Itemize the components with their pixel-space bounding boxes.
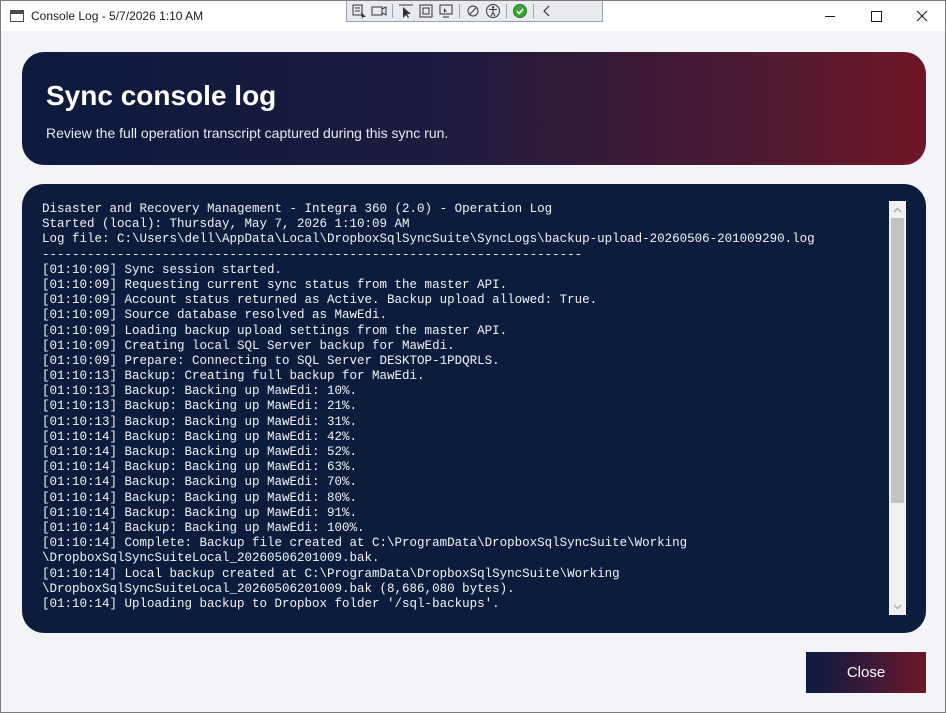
log-line: [01:10:14] Backup: Backing up MawEdi: 63… xyxy=(42,460,358,475)
log-line: ----------------------------------------… xyxy=(42,247,583,262)
track-focus-icon[interactable] xyxy=(417,3,435,19)
select-element-icon[interactable] xyxy=(350,3,368,19)
close-button[interactable]: Close xyxy=(806,652,926,693)
binding-failures-icon[interactable] xyxy=(464,3,482,19)
chevron-down-icon xyxy=(893,604,902,609)
accessibility-icon[interactable] xyxy=(484,3,502,19)
maximize-icon xyxy=(870,10,882,22)
log-line: [01:10:14] Local backup created at C:\Pr… xyxy=(42,566,620,581)
log-line: [01:10:09] Source database resolved as M… xyxy=(42,308,388,323)
window-title: Console Log - 5/7/2026 1:10 AM xyxy=(31,9,204,23)
minimize-icon xyxy=(825,15,835,17)
toolbar-separator xyxy=(392,4,393,18)
log-line: [01:10:14] Complete: Backup file created… xyxy=(42,536,688,551)
log-line: [01:10:13] Backup: Creating full backup … xyxy=(42,369,425,384)
log-line: [01:10:09] Sync session started. xyxy=(42,262,283,277)
header-banner: Sync console log Review the full operati… xyxy=(22,52,926,165)
minimize-button[interactable] xyxy=(807,1,853,31)
pointer-icon[interactable] xyxy=(397,3,415,19)
log-line: [01:10:09] Requesting current sync statu… xyxy=(42,277,508,292)
debug-toolbar xyxy=(346,1,603,22)
title-bar[interactable]: Console Log - 5/7/2026 1:10 AM xyxy=(1,1,945,31)
log-line: \DropboxSqlSyncSuiteLocal_20260506201009… xyxy=(42,551,380,566)
live-visual-tree-icon[interactable] xyxy=(370,3,388,19)
log-line: [01:10:14] Backup: Backing up MawEdi: 91… xyxy=(42,505,358,520)
scroll-up-button[interactable] xyxy=(889,201,906,218)
log-line: [01:10:09] Creating local SQL Server bac… xyxy=(42,338,455,353)
close-icon xyxy=(916,10,928,22)
log-line: [01:10:09] Prepare: Connecting to SQL Se… xyxy=(42,353,500,368)
log-line: Log file: C:\Users\dell\AppData\Local\Dr… xyxy=(42,232,815,247)
console-log-window: Console Log - 5/7/2026 1:10 AM Sync cons… xyxy=(0,0,946,713)
scrollbar-thumb[interactable] xyxy=(891,218,904,503)
toolbar-separator xyxy=(506,4,507,18)
check-icon[interactable] xyxy=(511,3,529,19)
log-line: [01:10:09] Loading backup upload setting… xyxy=(42,323,508,338)
log-line: Started (local): Thursday, May 7, 2026 1… xyxy=(42,217,410,232)
vertical-scrollbar[interactable] xyxy=(889,201,906,615)
log-line: [01:10:13] Backup: Backing up MawEdi: 10… xyxy=(42,384,358,399)
layout-adorner-icon[interactable] xyxy=(437,3,455,19)
collapse-chevron-icon[interactable] xyxy=(538,3,556,19)
log-line: \DropboxSqlSyncSuiteLocal_20260506201009… xyxy=(42,581,515,596)
log-line: [01:10:14] Uploading backup to Dropbox f… xyxy=(42,596,500,611)
toolbar-separator xyxy=(459,4,460,18)
chevron-up-icon xyxy=(893,207,902,212)
log-panel: Disaster and Recovery Management - Integ… xyxy=(22,184,926,633)
log-transcript[interactable]: Disaster and Recovery Management - Integ… xyxy=(42,202,902,617)
scroll-down-button[interactable] xyxy=(889,598,906,615)
page-subtitle: Review the full operation transcript cap… xyxy=(46,125,449,141)
log-line: [01:10:13] Backup: Backing up MawEdi: 21… xyxy=(42,399,358,414)
log-line: [01:10:13] Backup: Backing up MawEdi: 31… xyxy=(42,414,358,429)
log-line: Disaster and Recovery Management - Integ… xyxy=(42,202,553,216)
log-line: [01:10:09] Account status returned as Ac… xyxy=(42,293,598,308)
log-line: [01:10:14] Backup: Backing up MawEdi: 70… xyxy=(42,475,358,490)
maximize-button[interactable] xyxy=(853,1,899,31)
page-title: Sync console log xyxy=(46,80,277,111)
console-window-icon xyxy=(10,10,24,22)
log-line: [01:10:14] Backup: Backing up MawEdi: 10… xyxy=(42,520,365,535)
log-line: [01:10:14] Backup: Backing up MawEdi: 42… xyxy=(42,429,358,444)
log-line: [01:10:14] Backup: Backing up MawEdi: 52… xyxy=(42,445,358,459)
window-close-button[interactable] xyxy=(899,1,945,31)
toolbar-separator xyxy=(533,4,534,18)
log-line: [01:10:14] Backup: Backing up MawEdi: 80… xyxy=(42,490,358,505)
